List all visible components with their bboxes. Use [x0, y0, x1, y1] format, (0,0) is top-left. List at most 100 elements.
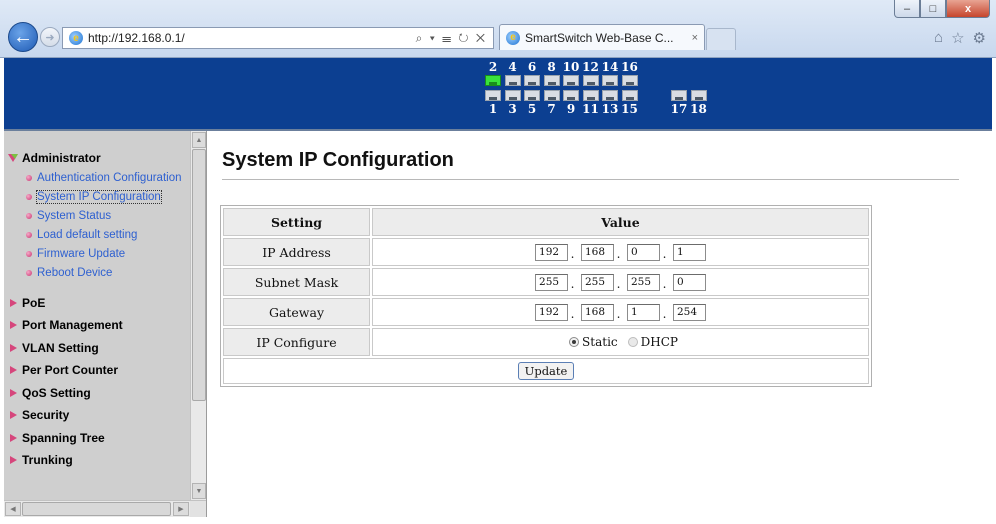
sidebar-item-label: Authentication Configuration: [37, 171, 182, 184]
menu-section-poe[interactable]: PoE: [4, 292, 190, 315]
ip-address-octet-2[interactable]: 168: [581, 243, 614, 261]
menu-section-vlan-setting[interactable]: VLAN Setting: [4, 337, 190, 360]
port-number-label: 11: [582, 102, 599, 116]
address-bar[interactable]: e http://192.168.0.1/ ⌕ ▾ ☰ ↻ ✕: [62, 27, 494, 49]
port-15[interactable]: [621, 90, 638, 101]
close-window-button[interactable]: x: [946, 0, 990, 18]
port-number-label: 9: [566, 102, 576, 116]
port-1[interactable]: [485, 90, 501, 101]
menu-section-spanning-tree[interactable]: Spanning Tree: [4, 427, 190, 450]
subnet-mask-octet-4[interactable]: 0: [672, 273, 706, 291]
scroll-thumb[interactable]: [192, 149, 206, 401]
tab-close-icon[interactable]: ×: [692, 32, 704, 44]
gateway-octet-2[interactable]: 168: [581, 303, 614, 321]
sidebar-item-firmware-update[interactable]: Firmware Update: [4, 248, 190, 261]
radio-dhcp-button[interactable]: [627, 336, 638, 347]
port-number-label: 8: [547, 60, 556, 74]
port-number-label: 12: [582, 60, 599, 74]
port-2[interactable]: [485, 75, 501, 86]
menu-section-label: Administrator: [22, 151, 101, 165]
menu-section-security[interactable]: Security: [4, 404, 190, 427]
port-12[interactable]: [582, 75, 599, 86]
menu-section-per-port-counter[interactable]: Per Port Counter: [4, 359, 190, 382]
port-4[interactable]: [504, 75, 521, 86]
sidebar-item-label: Firmware Update: [37, 247, 126, 260]
settings-gear-icon[interactable]: ⚙: [973, 29, 986, 47]
minimize-button[interactable]: –: [894, 0, 920, 18]
sidebar-item-reboot-device[interactable]: Reboot Device: [4, 267, 190, 280]
radio-static-button[interactable]: [569, 336, 580, 347]
menu-section-label: Per Port Counter: [22, 363, 119, 377]
ip-address-octet-3[interactable]: 0: [626, 243, 660, 261]
port-13[interactable]: [602, 90, 618, 101]
port-7[interactable]: [543, 90, 560, 101]
subnet-mask-octet-2[interactable]: 255: [581, 273, 614, 291]
gateway-octet-3[interactable]: 1: [626, 303, 660, 321]
collapsed-arrow-icon: [10, 343, 17, 352]
maximize-button[interactable]: □: [920, 0, 946, 18]
ip-address-octet-1[interactable]: 192: [535, 243, 569, 261]
port-10[interactable]: [563, 75, 579, 86]
port-6[interactable]: [524, 75, 540, 86]
scroll-down-icon[interactable]: ▼: [192, 483, 206, 499]
forward-button[interactable]: ➜: [40, 27, 60, 47]
back-button[interactable]: ←: [8, 22, 38, 52]
port-8[interactable]: [543, 75, 560, 86]
sidebar-item-label: Load default setting: [37, 228, 138, 241]
title-divider: [222, 179, 959, 180]
port-9[interactable]: [563, 90, 579, 101]
subnet-mask-octet-1[interactable]: 255: [535, 273, 569, 291]
port-17[interactable]: [671, 90, 687, 101]
sidebar-vertical-scrollbar[interactable]: ▲ ▼: [190, 131, 206, 500]
menu-section-port-management[interactable]: Port Management: [4, 314, 190, 337]
collapsed-arrow-icon: [10, 388, 17, 397]
menu-section-label: Port Management: [22, 318, 123, 332]
scroll-up-icon[interactable]: ▲: [192, 132, 206, 148]
port-11[interactable]: [582, 90, 599, 101]
menu-section-label: Trunking: [22, 453, 73, 467]
sidebar-item-system-ip-configuration[interactable]: System IP Configuration: [4, 189, 190, 204]
port-number-label: 2: [488, 60, 498, 74]
subnet-mask-octet-3[interactable]: 255: [626, 273, 660, 291]
radio-static[interactable]: Static: [563, 335, 618, 349]
gateway-octet-1[interactable]: 192: [535, 303, 569, 321]
gateway-octet-4[interactable]: 254: [672, 303, 706, 321]
collapsed-arrow-icon: [10, 456, 17, 464]
radio-dhcp[interactable]: DHCP: [622, 335, 678, 349]
address-tools[interactable]: ⌕ ▾ ☰ ↻ ✕: [416, 31, 493, 46]
ip-config-table: Setting Value IP Address 192. 168. 0. 1 …: [220, 205, 872, 387]
browser-tab[interactable]: e SmartSwitch Web-Base C... ×: [499, 24, 705, 50]
table-row-subnet-mask: Subnet Mask 255. 255. 255. 0: [223, 268, 869, 296]
page-title: System IP Configuration: [222, 149, 454, 171]
menu-section-label: PoE: [22, 295, 46, 310]
port-number-label: 17: [670, 102, 688, 116]
sidebar-item-authentication-configuration[interactable]: Authentication Configuration: [4, 172, 190, 185]
port-14[interactable]: [602, 75, 618, 86]
home-icon[interactable]: ⌂: [934, 29, 943, 47]
address-url[interactable]: http://192.168.0.1/: [88, 31, 416, 45]
ip-address-octet-4[interactable]: 1: [672, 243, 706, 261]
new-tab-button[interactable]: [706, 28, 736, 50]
sidebar-item-load-default-setting[interactable]: Load default setting: [4, 229, 190, 242]
port-5[interactable]: [524, 90, 540, 101]
port-number-label: 4: [508, 60, 517, 74]
sidebar-horizontal-scrollbar[interactable]: ◀ ▶: [4, 500, 206, 517]
favorites-star-icon[interactable]: ☆: [951, 29, 964, 47]
back-arrow-icon: ←: [13, 25, 33, 48]
table-row-ip-address: IP Address 192. 168. 0. 1: [223, 238, 869, 266]
menu-section-trunking[interactable]: Trunking: [4, 449, 190, 472]
update-button[interactable]: Update: [517, 362, 575, 380]
ip-configure-value: Static DHCP: [372, 328, 869, 356]
port-16[interactable]: [621, 75, 638, 86]
sidebar-item-label: System Status: [37, 209, 112, 222]
scroll-thumb[interactable]: [22, 502, 171, 516]
scroll-left-icon[interactable]: ◀: [5, 502, 21, 516]
sidebar-item-system-status[interactable]: System Status: [4, 210, 190, 223]
administrator-submenu: Authentication Configuration System IP C…: [4, 170, 190, 292]
scrollbar-corner: [190, 501, 206, 517]
menu-section-qos-setting[interactable]: QoS Setting: [4, 382, 190, 405]
menu-section-administrator[interactable]: Administrator: [4, 147, 190, 170]
scroll-right-icon[interactable]: ▶: [173, 502, 189, 516]
port-18[interactable]: [690, 90, 707, 101]
port-3[interactable]: [504, 90, 521, 101]
